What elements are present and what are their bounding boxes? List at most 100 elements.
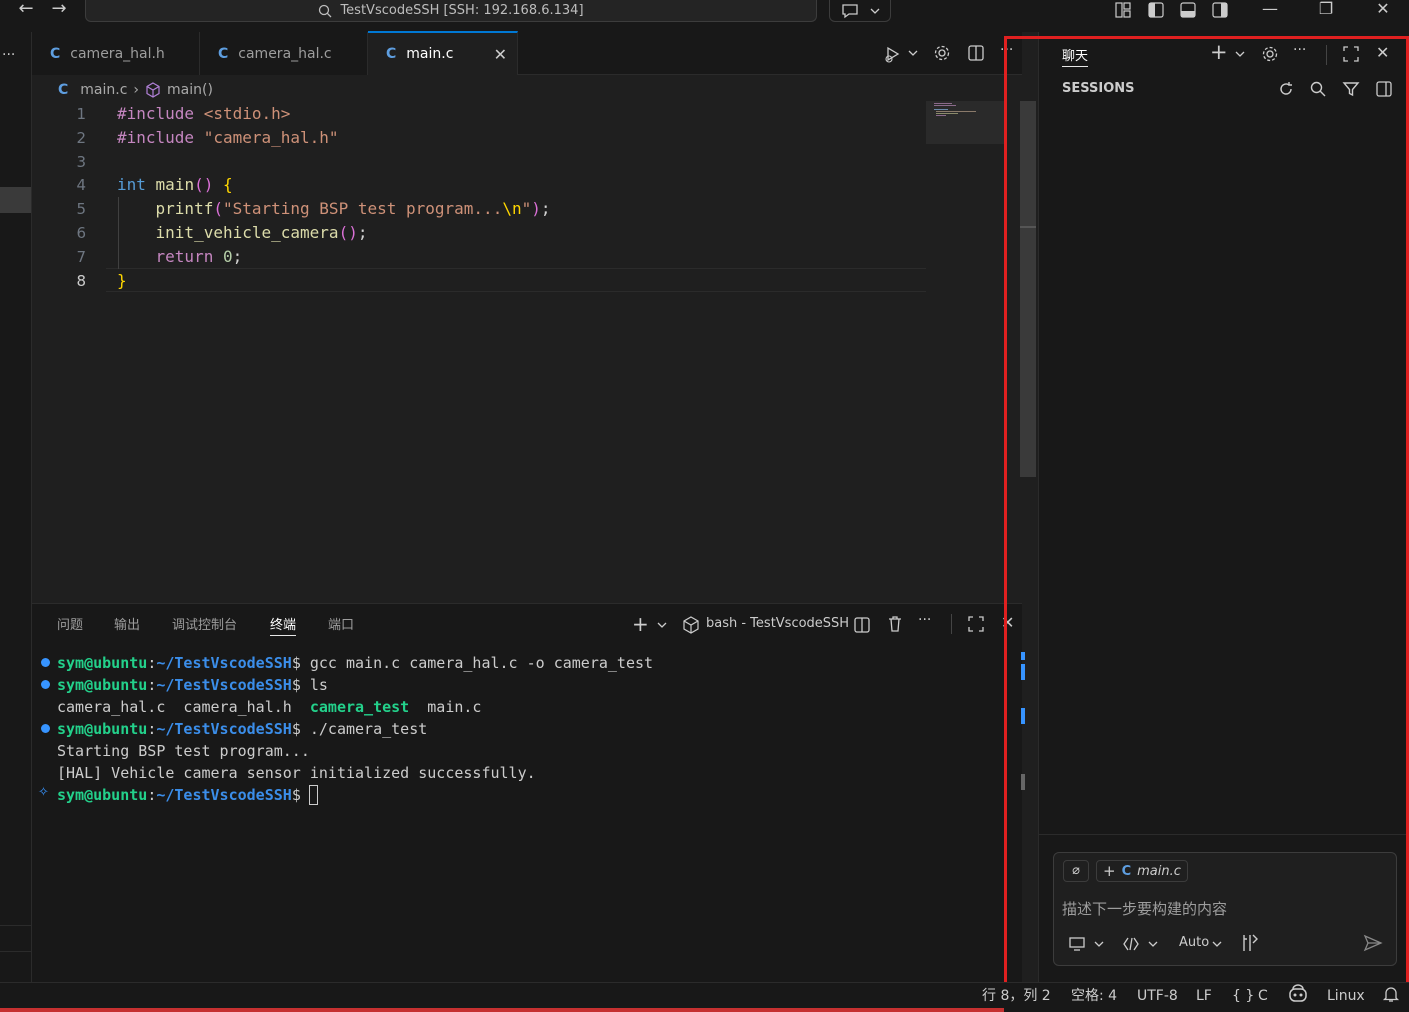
refresh-icon[interactable] bbox=[1277, 80, 1295, 98]
scroll-marker bbox=[1020, 226, 1036, 228]
copilot-menu-button[interactable] bbox=[829, 0, 891, 22]
more-icon[interactable]: ··· bbox=[2, 47, 15, 63]
divider bbox=[0, 951, 31, 952]
sparkle-icon[interactable]: ✧ bbox=[38, 785, 49, 800]
trash-icon[interactable] bbox=[886, 615, 904, 633]
divider bbox=[0, 925, 31, 926]
braces-icon[interactable]: { } bbox=[1232, 986, 1254, 1006]
new-terminal-icon[interactable]: + bbox=[632, 612, 649, 636]
language-mode[interactable]: C bbox=[1258, 986, 1268, 1006]
current-line-highlight bbox=[106, 268, 926, 292]
breadcrumb-file[interactable]: main.c bbox=[80, 82, 127, 98]
new-chat-icon[interactable]: + bbox=[1210, 40, 1228, 64]
context-file-chip[interactable]: + C main.c bbox=[1096, 860, 1188, 882]
terminal-line: sym@ubuntu:~/TestVscodeSSH$ ls bbox=[57, 676, 328, 694]
breadcrumb-symbol[interactable]: main() bbox=[167, 82, 213, 98]
command-success-dot[interactable] bbox=[41, 658, 50, 667]
cursor-position[interactable]: 行 8，列 2 bbox=[982, 986, 1051, 1006]
scroll-marker bbox=[1021, 774, 1025, 790]
tab-ports[interactable]: 端口 bbox=[328, 614, 354, 636]
back-arrow-icon[interactable]: ← bbox=[14, 0, 38, 20]
chevron-down-icon[interactable] bbox=[1235, 50, 1245, 58]
line-number: 6 bbox=[76, 224, 86, 242]
monitor-icon[interactable] bbox=[1068, 935, 1086, 953]
run-debug-icon[interactable] bbox=[883, 45, 905, 63]
terminal-line: camera_hal.c camera_hal.h camera_test ma… bbox=[57, 698, 482, 716]
scroll-marker bbox=[1021, 708, 1025, 724]
tab-camera-hal-h[interactable]: C camera_hal.h bbox=[32, 32, 200, 75]
close-icon[interactable]: ✕ bbox=[1376, 43, 1389, 62]
activity-bar: ··· bbox=[0, 32, 32, 982]
tab-camera-hal-c[interactable]: C camera_hal.c bbox=[200, 32, 368, 75]
forward-arrow-icon[interactable]: → bbox=[47, 0, 71, 20]
code-line: } bbox=[117, 271, 127, 290]
terminal-line: sym@ubuntu:~/TestVscodeSSH$ bbox=[57, 786, 310, 804]
toggle-primary-sidebar-icon[interactable] bbox=[1147, 1, 1165, 19]
bell-icon[interactable] bbox=[1382, 985, 1400, 1003]
encoding[interactable]: UTF-8 bbox=[1137, 986, 1178, 1006]
tab-terminal[interactable]: 终端 bbox=[270, 614, 297, 636]
filter-icon[interactable] bbox=[1342, 80, 1360, 98]
chevron-down-icon[interactable] bbox=[657, 621, 667, 629]
divider bbox=[1038, 834, 1409, 835]
tab-problems[interactable]: 问题 bbox=[57, 614, 83, 636]
chevron-down-icon[interactable] bbox=[908, 49, 918, 57]
chevron-down-icon[interactable] bbox=[1094, 940, 1104, 948]
attach-icon[interactable]: ⌀ bbox=[1063, 860, 1089, 882]
c-file-icon: C bbox=[50, 45, 61, 62]
restore-icon[interactable]: ❐ bbox=[1311, 0, 1341, 20]
split-terminal-icon[interactable] bbox=[853, 616, 871, 634]
chevron-down-icon[interactable] bbox=[1212, 940, 1222, 948]
toggle-secondary-sidebar-icon[interactable] bbox=[1211, 1, 1229, 19]
scrollbar-thumb[interactable] bbox=[1020, 101, 1036, 477]
maximize-icon[interactable] bbox=[1342, 45, 1360, 63]
tools-icon[interactable] bbox=[1240, 933, 1260, 953]
more-actions-icon[interactable]: ··· bbox=[1000, 42, 1013, 58]
toggle-sessions-sidebar-icon[interactable] bbox=[1375, 80, 1393, 98]
os-indicator[interactable]: Linux bbox=[1327, 986, 1365, 1006]
model-picker-label[interactable]: Auto bbox=[1179, 935, 1209, 950]
tab-main-c[interactable]: C main.c ✕ bbox=[368, 31, 518, 75]
chevron-right-icon: › bbox=[133, 82, 140, 98]
c-file-icon: C bbox=[1121, 863, 1132, 879]
gear-icon[interactable] bbox=[933, 44, 951, 62]
end-of-line[interactable]: LF bbox=[1196, 986, 1212, 1006]
c-file-icon: C bbox=[218, 45, 229, 62]
command-center[interactable]: TestVscodeSSH [SSH: 192.168.6.134] bbox=[85, 0, 817, 22]
agent-mode-icon[interactable] bbox=[1122, 935, 1140, 953]
copilot-icon[interactable] bbox=[1287, 984, 1309, 1004]
line-number: 4 bbox=[76, 176, 86, 194]
line-number: 7 bbox=[76, 248, 86, 266]
command-success-dot[interactable] bbox=[41, 724, 50, 733]
indentation[interactable]: 空格: 4 bbox=[1071, 986, 1117, 1006]
c-file-icon: C bbox=[58, 82, 69, 98]
active-activity-item[interactable] bbox=[0, 187, 31, 213]
command-success-dot[interactable] bbox=[41, 680, 50, 689]
terminal-line: sym@ubuntu:~/TestVscodeSSH$ ./camera_tes… bbox=[57, 720, 428, 738]
chevron-down-icon[interactable] bbox=[1148, 940, 1158, 948]
customize-layout-icon[interactable] bbox=[1114, 1, 1132, 19]
minimap[interactable] bbox=[926, 101, 1006, 144]
close-tab-icon[interactable]: ✕ bbox=[494, 45, 507, 64]
close-panel-icon[interactable]: ✕ bbox=[1001, 613, 1014, 632]
tab-label: camera_hal.h bbox=[70, 45, 165, 62]
search-icon[interactable] bbox=[1309, 80, 1327, 98]
split-editor-icon[interactable] bbox=[967, 44, 985, 62]
terminal-profile-icon bbox=[683, 616, 699, 634]
terminal-name[interactable]: bash - TestVscodeSSH bbox=[706, 616, 849, 631]
editor-tab-bar: C camera_hal.h C camera_hal.c C main.c ✕… bbox=[32, 31, 1022, 75]
toggle-panel-icon[interactable] bbox=[1179, 1, 1197, 19]
function-symbol-icon bbox=[146, 82, 160, 98]
line-number: 3 bbox=[76, 153, 86, 171]
chat-input-placeholder[interactable]: 描述下一步要构建的内容 bbox=[1062, 898, 1227, 919]
more-actions-icon[interactable]: ··· bbox=[918, 612, 931, 628]
minimize-icon[interactable]: — bbox=[1255, 0, 1285, 20]
close-window-icon[interactable]: ✕ bbox=[1368, 0, 1398, 20]
chat-tab-title[interactable]: 聊天 bbox=[1062, 45, 1089, 67]
send-icon[interactable] bbox=[1363, 933, 1383, 953]
more-actions-icon[interactable]: ··· bbox=[1293, 42, 1306, 58]
gear-icon[interactable] bbox=[1261, 45, 1279, 63]
tab-output[interactable]: 输出 bbox=[114, 614, 140, 636]
tab-debug-console[interactable]: 调试控制台 bbox=[172, 614, 237, 636]
maximize-panel-icon[interactable] bbox=[967, 615, 985, 633]
